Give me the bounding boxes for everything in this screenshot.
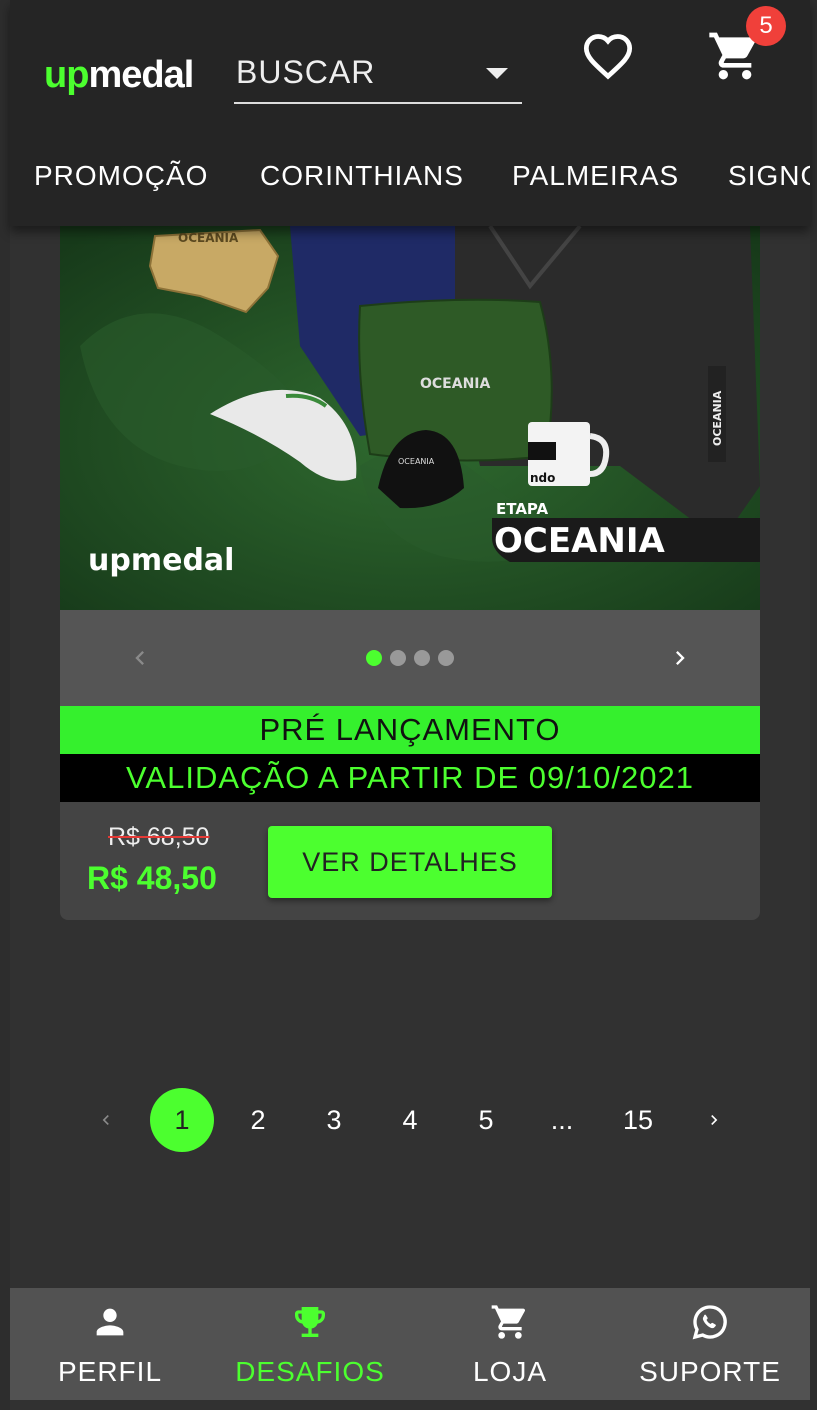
- page-ellipsis: ...: [550, 1105, 574, 1135]
- person-icon: [96, 1308, 124, 1336]
- carousel-next-chevron-icon[interactable]: [666, 640, 694, 676]
- page-prev-chevron-icon[interactable]: [96, 1108, 116, 1132]
- page-5[interactable]: 5: [454, 1088, 518, 1152]
- banner-title-text: OCEANIA: [494, 521, 666, 561]
- pillow-text: OCEANIA: [420, 376, 491, 392]
- page-next-chevron-icon[interactable]: [704, 1108, 724, 1132]
- search-dropdown[interactable]: BUSCAR: [234, 46, 522, 104]
- bottom-nav-label: LOJA: [472, 1356, 548, 1387]
- bottom-nav-perfil[interactable]: PERFIL: [10, 1288, 210, 1400]
- app-header: upmedal BUSCAR 5 PROMOÇÃO CORINTHIANS PA…: [10, 0, 810, 226]
- search-label: BUSCAR: [236, 54, 376, 90]
- logo-up-text: up: [44, 54, 89, 96]
- nav-item-palmeiras[interactable]: PALMEIRAS: [512, 160, 679, 192]
- banner-brand-text: upmedal: [88, 543, 234, 578]
- page-2[interactable]: 2: [226, 1088, 290, 1152]
- carousel-dot-4[interactable]: [438, 650, 454, 666]
- carousel-prev-chevron-icon[interactable]: [126, 640, 154, 676]
- whatsapp-icon: [692, 1305, 727, 1340]
- dropdown-arrow-icon: [486, 68, 508, 79]
- bottom-nav-desafios[interactable]: DESAFIOS: [210, 1288, 410, 1400]
- view-details-button[interactable]: VER DETALHES: [268, 826, 552, 898]
- carousel-dot-3[interactable]: [414, 650, 430, 666]
- nav-item-promocao[interactable]: PROMOÇÃO: [34, 160, 208, 192]
- page-4[interactable]: 4: [378, 1088, 442, 1152]
- product-banner-image[interactable]: OCEANIA OCEANIA OCEANIA OCEANIA ndo ETAP…: [60, 226, 760, 610]
- pagination: 1 2 3 4 5 ... 15: [0, 1088, 817, 1152]
- bottom-nav-label: DESAFIOS: [235, 1356, 385, 1387]
- medal-text: OCEANIA: [178, 231, 239, 245]
- jacket-text: OCEANIA: [711, 390, 724, 446]
- page-3[interactable]: 3: [302, 1088, 366, 1152]
- cart-icon: [491, 1305, 526, 1339]
- bottom-nav-suporte[interactable]: SUPORTE: [610, 1288, 810, 1400]
- upmedal-logo[interactable]: upmedal: [44, 54, 194, 97]
- category-nav: PROMOÇÃO CORINTHIANS PALMEIRAS SIGNO: [10, 160, 810, 200]
- banner-etapa-text: ETAPA: [496, 500, 549, 518]
- carousel-dot-1[interactable]: [366, 650, 382, 666]
- product-card: OCEANIA OCEANIA OCEANIA OCEANIA ndo ETAP…: [60, 226, 760, 920]
- bottom-navigation: PERFIL DESAFIOS LOJA SUPORTE: [10, 1288, 810, 1400]
- page-1[interactable]: 1: [150, 1088, 214, 1152]
- cart-count-badge: 5: [746, 6, 786, 46]
- bottom-nav-label: SUPORTE: [639, 1356, 781, 1387]
- validation-date-ribbon: VALIDAÇÃO A PARTIR DE 09/10/2021: [60, 754, 760, 802]
- cap-text: OCEANIA: [398, 457, 435, 466]
- bottom-nav-loja[interactable]: LOJA: [410, 1288, 610, 1400]
- favorites-heart-icon[interactable]: [582, 30, 634, 82]
- page-15[interactable]: 15: [606, 1088, 670, 1152]
- nav-item-signo[interactable]: SIGNO: [728, 160, 810, 192]
- carousel-controls: [60, 610, 760, 706]
- carousel-dot-2[interactable]: [390, 650, 406, 666]
- old-price: R$ 68,50: [108, 823, 210, 851]
- logo-medal-text: medal: [88, 54, 194, 96]
- mug-text: ndo: [530, 471, 555, 485]
- nav-item-corinthians[interactable]: CORINTHIANS: [260, 160, 464, 192]
- trophy-icon: [295, 1307, 325, 1337]
- bottom-nav-label: PERFIL: [57, 1356, 163, 1387]
- current-price: R$ 48,50: [87, 860, 217, 896]
- pre-launch-ribbon: PRÉ LANÇAMENTO: [60, 706, 760, 754]
